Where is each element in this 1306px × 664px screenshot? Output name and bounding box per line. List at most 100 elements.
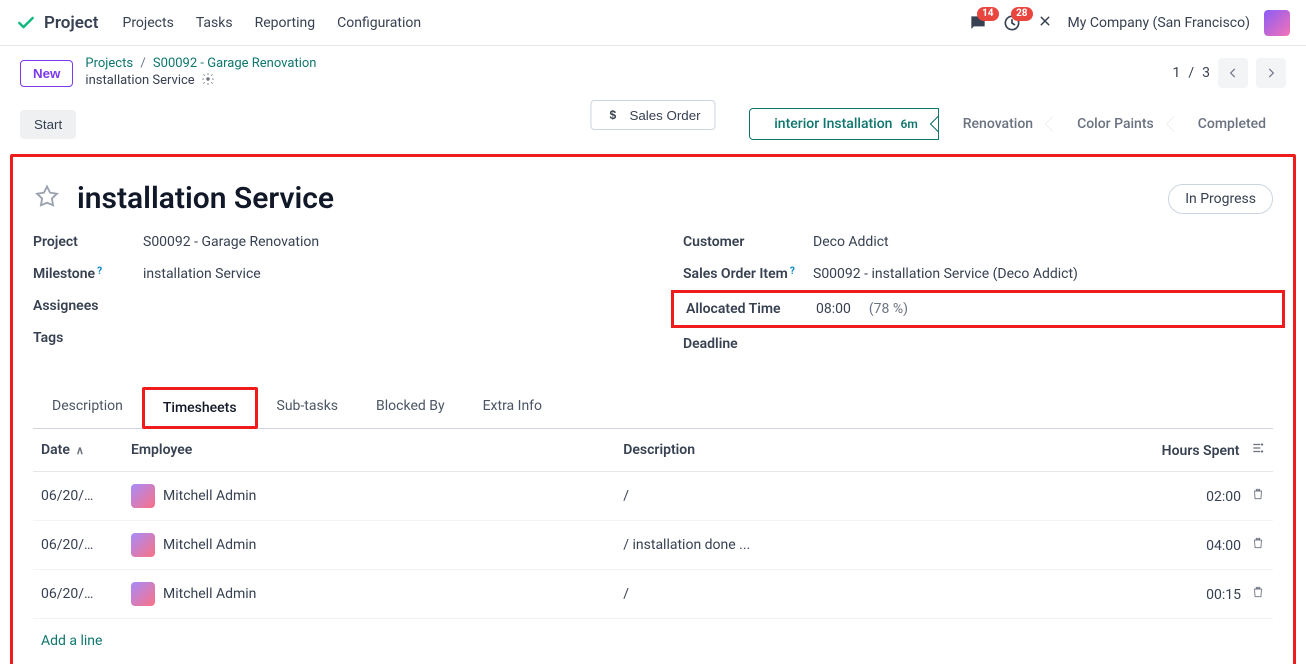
messaging-badge: 14: [977, 7, 998, 21]
cell-hours[interactable]: 04:00: [1113, 521, 1273, 570]
stage-arrows: interior Installation 6m Renovation Colo…: [749, 108, 1286, 140]
activities-badge: 28: [1011, 7, 1032, 21]
project-app-icon: [16, 13, 36, 33]
cell-description[interactable]: /: [615, 472, 1113, 521]
right-column: Customer Deco Addict Sales Order Item? S…: [683, 234, 1273, 368]
stage-renovation[interactable]: Renovation: [939, 109, 1053, 139]
stage-color-paints[interactable]: Color Paints: [1053, 109, 1174, 139]
cell-employee[interactable]: Mitchell Admin: [123, 570, 615, 619]
tab-subtasks[interactable]: Sub-tasks: [258, 387, 358, 429]
new-button[interactable]: New: [20, 60, 73, 87]
stage-interior-installation[interactable]: interior Installation 6m: [749, 108, 939, 140]
stage-label: Color Paints: [1077, 116, 1154, 132]
help-icon[interactable]: ?: [97, 266, 102, 277]
tab-timesheets[interactable]: Timesheets: [142, 387, 258, 429]
field-grid: Project S00092 - Garage Renovation Miles…: [33, 234, 1273, 368]
soi-label: Sales Order Item?: [683, 266, 813, 282]
stage-duration: 6m: [900, 117, 917, 131]
cell-hours[interactable]: 02:00: [1113, 472, 1273, 521]
debug-icon[interactable]: [1036, 12, 1054, 34]
alloc-label: Allocated Time: [686, 301, 816, 317]
trash-icon[interactable]: [1251, 489, 1265, 505]
crumb-projects[interactable]: Projects: [85, 56, 133, 71]
employee-avatar: [131, 582, 155, 606]
tab-blockedby[interactable]: Blocked By: [357, 387, 464, 429]
nav-configuration[interactable]: Configuration: [337, 15, 421, 31]
trash-icon[interactable]: [1251, 538, 1265, 554]
employee-avatar: [131, 484, 155, 508]
brand[interactable]: Project: [16, 13, 98, 33]
field-soi: Sales Order Item? S00092 - installation …: [683, 266, 1273, 282]
stage-completed[interactable]: Completed: [1174, 109, 1286, 139]
field-customer: Customer Deco Addict: [683, 234, 1273, 250]
pager-current: 1: [1172, 65, 1180, 81]
crumb-current: installation Service: [85, 73, 194, 89]
assignees-label: Assignees: [33, 298, 143, 314]
nav-projects[interactable]: Projects: [122, 15, 173, 31]
customer-label: Customer: [683, 234, 813, 250]
start-button[interactable]: Start: [20, 110, 76, 139]
th-employee[interactable]: Employee: [123, 429, 615, 472]
nav-reporting[interactable]: Reporting: [255, 15, 316, 31]
field-deadline: Deadline: [683, 336, 1273, 352]
pager-prev[interactable]: [1218, 58, 1248, 88]
sort-asc-icon: ∧: [76, 444, 84, 457]
status-pill[interactable]: In Progress: [1168, 184, 1273, 214]
employee-avatar: [131, 533, 155, 557]
columns-settings-icon[interactable]: [1251, 443, 1265, 459]
left-column: Project S00092 - Garage Renovation Miles…: [33, 234, 623, 368]
alloc-percent: (78 %): [869, 301, 908, 317]
table-row[interactable]: 06/20/… Mitchell Admin /02:00: [33, 472, 1273, 521]
th-description[interactable]: Description: [615, 429, 1113, 472]
nav-links: Projects Tasks Reporting Configuration: [122, 15, 421, 31]
timesheets-table: Date∧ Employee Description Hours Spent 0…: [33, 429, 1273, 619]
employee-name: Mitchell Admin: [163, 586, 256, 602]
task-title[interactable]: installation Service: [77, 181, 334, 216]
table-row[interactable]: 06/20/…Mitchell Admin/ installation done…: [33, 521, 1273, 570]
crumb-order[interactable]: S00092 - Garage Renovation: [153, 56, 317, 71]
th-date[interactable]: Date∧: [33, 429, 123, 472]
cell-date[interactable]: 06/20/…: [33, 472, 123, 521]
messaging-icon[interactable]: 14: [968, 13, 988, 33]
dollar-icon: $: [605, 107, 621, 123]
cell-employee[interactable]: Mitchell Admin: [123, 521, 615, 570]
th-hours[interactable]: Hours Spent: [1113, 429, 1273, 472]
stage-label: Completed: [1198, 116, 1266, 132]
pager-next[interactable]: [1256, 58, 1286, 88]
field-tags: Tags: [33, 330, 623, 346]
trash-icon[interactable]: [1251, 587, 1265, 603]
cell-date[interactable]: 06/20/…: [33, 521, 123, 570]
allocated-time-highlight: Allocated Time 08:00 (78 %): [671, 290, 1285, 328]
nav-tasks[interactable]: Tasks: [196, 15, 233, 31]
activities-icon[interactable]: 28: [1002, 13, 1022, 33]
tab-description[interactable]: Description: [33, 387, 142, 429]
alloc-value[interactable]: 08:00: [816, 301, 851, 317]
field-assignees: Assignees: [33, 298, 623, 314]
employee-name: Mitchell Admin: [163, 488, 256, 504]
milestone-value[interactable]: installation Service: [143, 266, 261, 282]
company-switcher[interactable]: My Company (San Francisco): [1068, 15, 1250, 31]
cell-hours[interactable]: 00:15: [1113, 570, 1273, 619]
cell-description[interactable]: / installation done ...: [615, 521, 1113, 570]
pager: 1 / 3: [1172, 58, 1286, 88]
table-row[interactable]: 06/20/… Mitchell Admin /00:15: [33, 570, 1273, 619]
tab-extrainfo[interactable]: Extra Info: [464, 387, 561, 429]
cell-date[interactable]: 06/20/…: [33, 570, 123, 619]
crumb-sep: /: [140, 56, 145, 71]
star-icon[interactable]: [33, 183, 61, 215]
customer-value[interactable]: Deco Addict: [813, 234, 889, 250]
add-line[interactable]: Add a line: [33, 619, 1273, 663]
stage-label: interior Installation: [774, 116, 892, 132]
user-avatar[interactable]: [1264, 10, 1290, 36]
sales-order-button[interactable]: $ Sales Order: [590, 100, 715, 130]
tags-label: Tags: [33, 330, 143, 346]
gear-icon[interactable]: [201, 72, 215, 91]
svg-text:$: $: [609, 108, 616, 122]
project-value[interactable]: S00092 - Garage Renovation: [143, 234, 319, 250]
brand-label: Project: [44, 13, 98, 33]
cell-description[interactable]: /: [615, 570, 1113, 619]
deadline-label: Deadline: [683, 336, 813, 352]
cell-employee[interactable]: Mitchell Admin: [123, 472, 615, 521]
soi-value[interactable]: S00092 - installation Service (Deco Addi…: [813, 266, 1078, 282]
help-icon[interactable]: ?: [790, 266, 795, 277]
